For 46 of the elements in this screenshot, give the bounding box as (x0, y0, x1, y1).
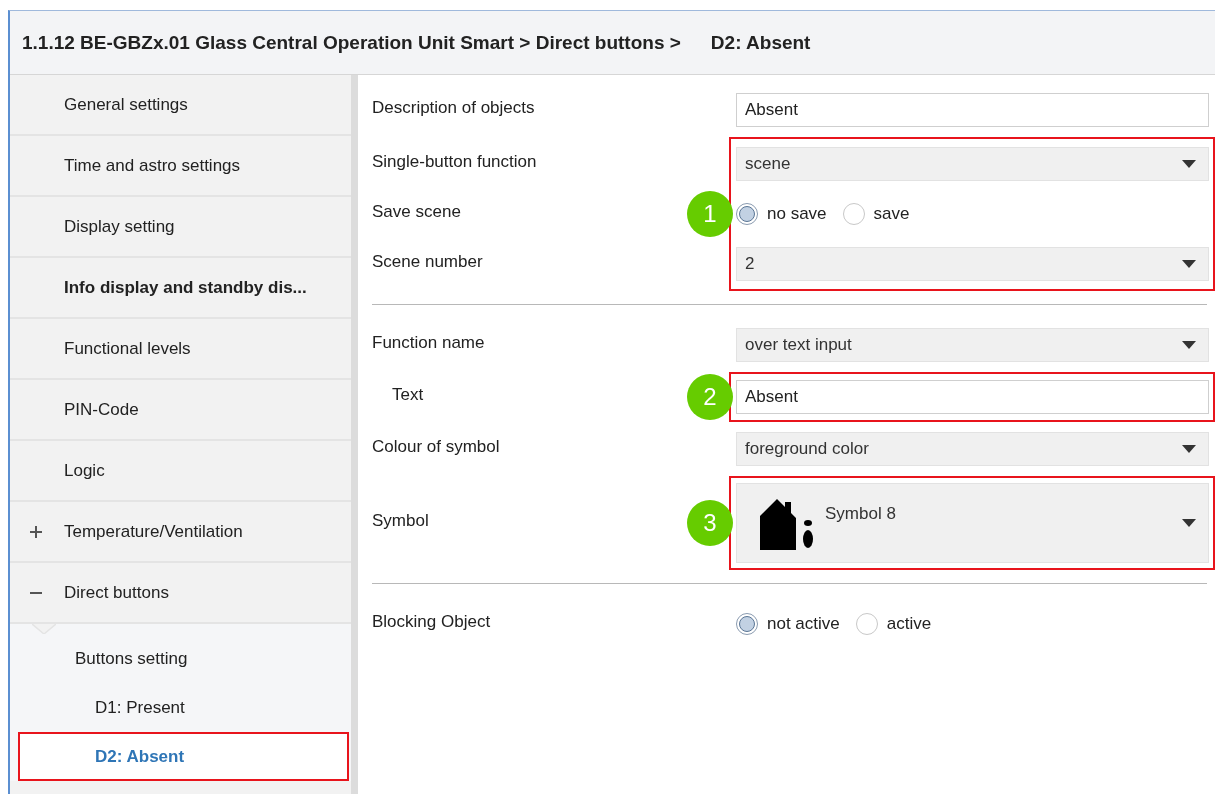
dropdown[interactable]: 2 (736, 247, 1209, 281)
radio-option[interactable]: active (855, 613, 932, 635)
radio-option[interactable]: not active (736, 613, 840, 635)
setting-label: Blocking Object (372, 612, 491, 632)
radio-option[interactable]: save (842, 203, 910, 225)
step-number-badge: 3 (687, 500, 733, 546)
setting-label: Description of objects (372, 98, 535, 118)
caret-icon (1182, 160, 1196, 168)
text-field[interactable]: Absent (736, 93, 1209, 127)
breadcrumb-current: D2: Absent (710, 31, 811, 54)
sidebar-item[interactable]: Info display and standby dis... (10, 258, 351, 319)
setting-label: Save scene (372, 202, 461, 222)
sidebar-item[interactable]: Display setting (10, 197, 351, 258)
caret-icon (1182, 341, 1196, 349)
radio-button[interactable] (842, 203, 865, 225)
sidebar-item[interactable]: Time and astro settings (10, 136, 351, 197)
radio-option[interactable]: no save (736, 203, 827, 225)
setting-label: Text (392, 385, 424, 405)
symbol-dropdown[interactable]: Symbol 8 (736, 483, 1209, 563)
caret-icon (1182, 260, 1196, 268)
radio-button[interactable] (736, 613, 758, 635)
step-number-badge: 2 (687, 374, 733, 420)
dropdown[interactable]: scene (736, 147, 1209, 181)
sidebar-item[interactable]: PIN-Code (10, 380, 351, 441)
text-field[interactable]: Absent (736, 380, 1209, 414)
sidebar-item[interactable]: Temperature/Ventilation (10, 502, 351, 563)
setting-label: Function name (372, 333, 485, 353)
breadcrumb-path: 1.1.12 BE-GBZx.01 Glass Central Operation Unit Smart > Direct buttons > (22, 31, 681, 54)
setting-label: Colour of symbol (372, 437, 500, 457)
caret-icon (1182, 519, 1196, 527)
sidebar-item[interactable]: General settings (10, 75, 351, 136)
sidebar-item[interactable]: Logic (10, 441, 351, 502)
dropdown[interactable]: foreground color (736, 432, 1209, 466)
setting-label: Symbol (372, 511, 429, 531)
step-number-badge: 1 (687, 191, 733, 237)
sidebar-item[interactable]: Functional levels (10, 319, 351, 380)
sidebar-subitem[interactable]: D2: Absent (18, 732, 349, 781)
sidebar-subitem[interactable]: D1: Present (18, 683, 349, 732)
caret-icon (1182, 445, 1196, 453)
sidebar-subitem[interactable]: Buttons setting (18, 634, 349, 683)
setting-label: Single-button function (372, 152, 537, 172)
dropdown[interactable]: over text input (736, 328, 1209, 362)
setting-label: Scene number (372, 252, 483, 272)
radio-button[interactable] (736, 203, 758, 225)
radio-button[interactable] (855, 613, 878, 635)
expand-icon[interactable] (30, 526, 42, 538)
